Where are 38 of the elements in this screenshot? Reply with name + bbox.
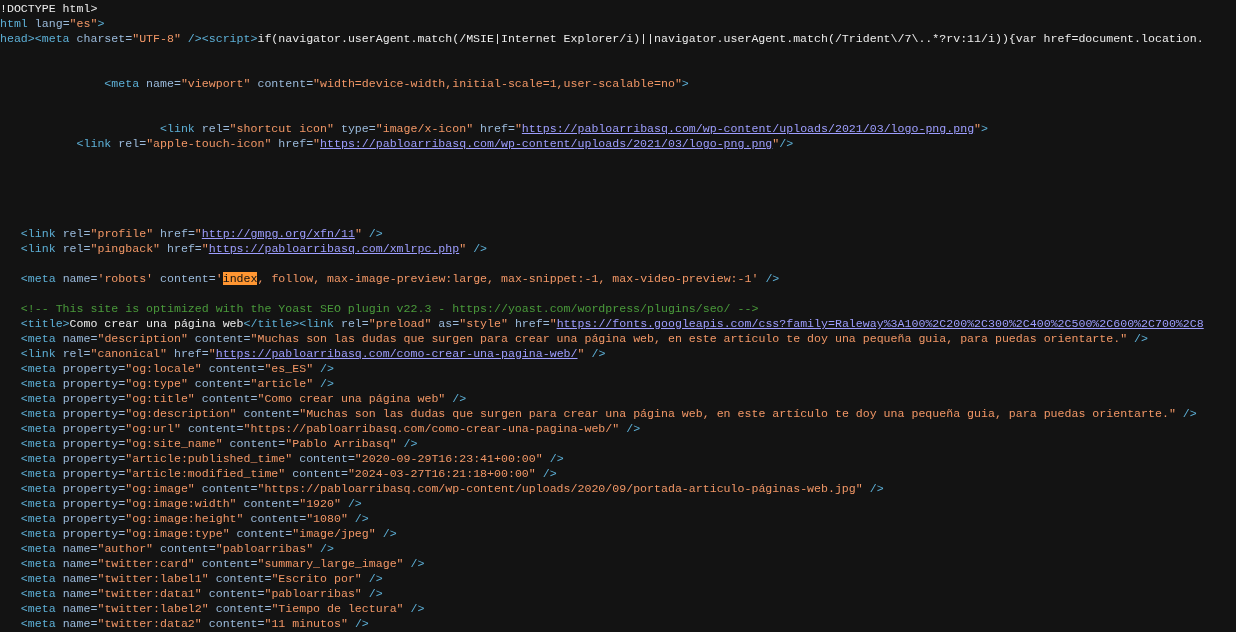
source-line: <link rel="pingback" href="https://pabloarribasq.com/xmlrpc.php" /> — [19, 241, 488, 256]
source-line: <meta property="og:type" content="article" /> — [19, 376, 334, 391]
source-line: <meta property="og:image:width" content="1920" /> — [19, 496, 362, 511]
source-line: head><meta charset="UTF-8" /><script>if(navigator.userAgent.match(/MSIE|Internet Explorer/i)||navigator.userAgent.match(/Trident\/7\..*?rv:11/i)){var href=document.location. — [0, 31, 1204, 46]
source-line: <link rel="apple-touch-icon" href="https://pabloarribasq.com/wp-content/uploads/2021/03/logo-png.png"/> — [75, 136, 794, 151]
source-line: <link rel="canonical" href="https://pabloarribasq.com/como-crear-una-pagina-web/" /> — [19, 346, 606, 361]
search-match: index — [222, 272, 258, 285]
source-link[interactable]: http://gmpg.org/xfn/11 — [201, 227, 355, 240]
source-line: <meta name="twitter:label2" content="Tiempo de lectura" /> — [19, 601, 425, 616]
source-link[interactable]: https://fonts.googleapis.com/css?family=Raleway%3A100%2C200%2C300%2C400%2C500%2C600%2C700%2C8 — [556, 317, 1204, 330]
source-line: <meta property="og:locale" content="es_ES" /> — [19, 361, 334, 376]
source-line: !DOCTYPE html> — [0, 1, 98, 16]
source-link[interactable]: https://pabloarribasq.com/xmlrpc.php — [208, 242, 460, 255]
source-line: <meta property="og:image" content="https://pabloarribasq.com/wp-content/uploads/2020/09/portada-articulo-páginas-web.jpg" /> — [19, 481, 884, 496]
source-line: <meta name="description" content="Muchas son las dudas que surgen para crear una página web, en este artículo te doy una pequeña guia, para puedas orientarte." /> — [19, 331, 1148, 346]
source-line: <meta property="article:modified_time" content="2024-03-27T16:21:18+00:00" /> — [19, 466, 557, 481]
source-line: html lang="es"> — [0, 16, 105, 31]
source-link[interactable]: https://pabloarribasq.com/wp-content/uploads/2021/03/logo-png.png — [320, 137, 773, 150]
source-line: <meta name="twitter:data2" content="11 minutos" /> — [19, 616, 369, 631]
source-line: <meta name="twitter:label1" content="Escrito por" /> — [19, 571, 383, 586]
source-line: <meta name="twitter:data1" content="pabloarribas" /> — [19, 586, 383, 601]
source-line: <link rel="shortcut icon" type="image/x-icon" href="https://pabloarribasq.com/wp-content/uploads/2021/03/logo-png.png"> — [159, 121, 989, 136]
source-line: <meta property="og:image:type" content="image/jpeg" /> — [19, 526, 397, 541]
source-line: <link rel="profile" href="http://gmpg.org/xfn/11" /> — [19, 226, 383, 241]
source-line: <title>Como crear una página web</title><link rel="preload" as="style" href="https://fonts.googleapis.com/css?family=Raleway%3A100%2C200%2C300%2C400%2C500%2C600%2C700%2C8 — [19, 316, 1204, 331]
source-line: <meta name='robots' content='index, follow, max-image-preview:large, max-snippet:-1, max-video-preview:-1' /> — [19, 271, 780, 286]
source-line: <meta property="og:title" content="Como crear una página web" /> — [19, 391, 467, 406]
source-line: <meta name="viewport" content="width=device-width,initial-scale=1,user-scalable=no"> — [103, 76, 689, 91]
source-link[interactable]: https://pabloarribasq.com/como-crear-una-pagina-web/ — [215, 347, 578, 360]
source-line: <meta property="og:description" content="Muchas son las dudas que surgen para crear una página web, en este artículo te doy una pequeña guia, para puedas orientarte." /> — [19, 406, 1197, 421]
source-line: <meta property="article:published_time" content="2020-09-29T16:23:41+00:00" /> — [19, 451, 564, 466]
source-line: <meta name="twitter:card" content="summary_large_image" /> — [19, 556, 425, 571]
source-line: <meta property="og:image:height" content="1080" /> — [19, 511, 369, 526]
source-line: <meta name="author" content="pabloarribas" /> — [19, 541, 334, 556]
source-line: <meta property="og:url" content="https://pabloarribasq.com/como-crear-una-pagina-web/" /> — [19, 421, 641, 436]
source-line: <meta property="og:site_name" content="Pablo Arribasq" /> — [19, 436, 418, 451]
source-line: <!-- This site is optimized with the Yoast SEO plugin v22.3 - https://yoast.com/wordpress/plugins/seo/ --> — [19, 301, 759, 316]
source-link[interactable]: https://pabloarribasq.com/wp-content/uploads/2021/03/logo-png.png — [521, 122, 975, 135]
